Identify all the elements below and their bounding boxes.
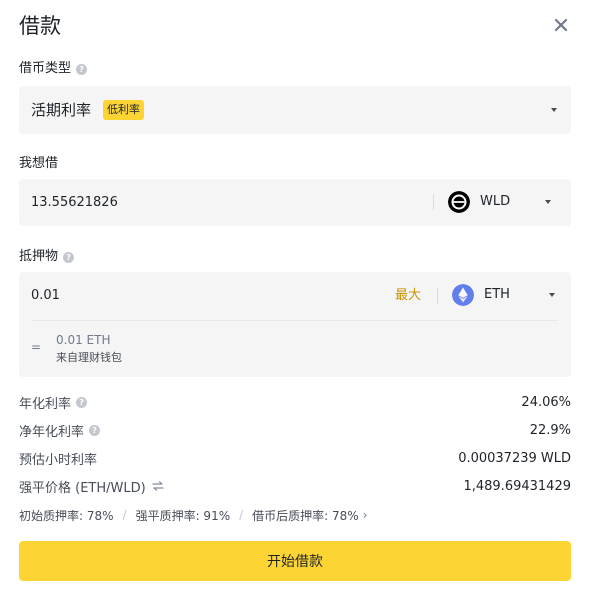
collateral-label-text: 抵押物 [19, 249, 59, 264]
summary-label: 年化利率? [19, 393, 88, 412]
start-borrow-button[interactable]: 开始借款 [19, 541, 571, 581]
collateral-amount-input[interactable]: 0.01 [31, 287, 60, 305]
dialog-title: 借款 [19, 14, 61, 38]
help-icon[interactable]: ? [76, 396, 88, 408]
borrow-label: 我想借 [19, 156, 59, 171]
close-icon[interactable] [551, 15, 571, 35]
help-icon[interactable]: ? [76, 63, 88, 75]
equals-sign: = [31, 340, 42, 354]
collateral-coin-name: ETH [484, 287, 510, 302]
borrow-amount-field[interactable]: 13.55621826 WLD [19, 179, 571, 226]
summary-value: 22.9% [529, 422, 571, 438]
borrow-amount-input[interactable]: 13.55621826 [31, 194, 118, 212]
low-rate-badge: 低利率 [103, 100, 144, 120]
wld-coin-icon [448, 191, 470, 213]
summary-label-text: 强平价格 (ETH/WLD) [19, 480, 146, 496]
divider [437, 288, 438, 304]
loan-type-value: 活期利率 [31, 101, 92, 119]
loan-type-label: 借币类型 ? [19, 60, 88, 78]
max-button[interactable]: 最大 [395, 287, 421, 305]
swap-icon[interactable] [152, 481, 164, 491]
borrow-coin-name: WLD [480, 194, 511, 209]
liquidation-ltv: 强平质押率: 91% [135, 508, 231, 523]
help-icon[interactable]: ? [63, 251, 75, 263]
summary-value: 1,489.69431429 [463, 478, 571, 494]
chevron-down-icon[interactable] [545, 200, 551, 204]
summary-value: 0.00037239 WLD [458, 450, 571, 466]
post-borrow-ltv: 借币后质押率: 78% [252, 508, 359, 523]
summary-label-text: 净年化利率 [19, 424, 85, 440]
summary-row-liquidation-price: 强平价格 (ETH/WLD) 1,489.69431429 [19, 476, 571, 496]
source-amount: 0.01 ETH [56, 333, 111, 347]
separator: / [122, 508, 127, 522]
chevron-right-icon[interactable]: › [363, 508, 368, 522]
collateral-label: 抵押物 ? [19, 248, 75, 266]
source-wallet-note: 来自理财钱包 [56, 351, 122, 364]
chevron-down-icon[interactable] [549, 293, 555, 297]
loan-type-select[interactable]: 活期利率 [19, 86, 571, 134]
summary-label: 预估小时利率 [19, 452, 98, 468]
ltv-ratios[interactable]: 初始质押率: 78% / 强平质押率: 91% / 借币后质押率: 78% › [19, 505, 368, 525]
separator: / [239, 508, 244, 522]
eth-coin-icon [452, 284, 474, 306]
chevron-down-icon[interactable] [551, 108, 557, 112]
summary-label: 净年化利率? [19, 421, 101, 440]
help-icon[interactable]: ? [89, 424, 101, 436]
summary-label: 强平价格 (ETH/WLD) [19, 477, 164, 496]
loan-type-label-text: 借币类型 [19, 61, 72, 76]
collateral-field: 0.01 最大 ETH = 0.01 ETH 来自理财钱包 [19, 272, 571, 377]
divider [31, 320, 558, 321]
summary-label-text: 年化利率 [19, 396, 72, 412]
summary-row-net-apr: 净年化利率? 22.9% [19, 420, 571, 440]
summary-value: 24.06% [521, 394, 571, 410]
summary-row-apr: 年化利率? 24.06% [19, 392, 571, 412]
summary-row-hourly-rate: 预估小时利率 0.00037239 WLD [19, 448, 571, 468]
divider [433, 194, 434, 210]
initial-ltv: 初始质押率: 78% [19, 508, 114, 523]
